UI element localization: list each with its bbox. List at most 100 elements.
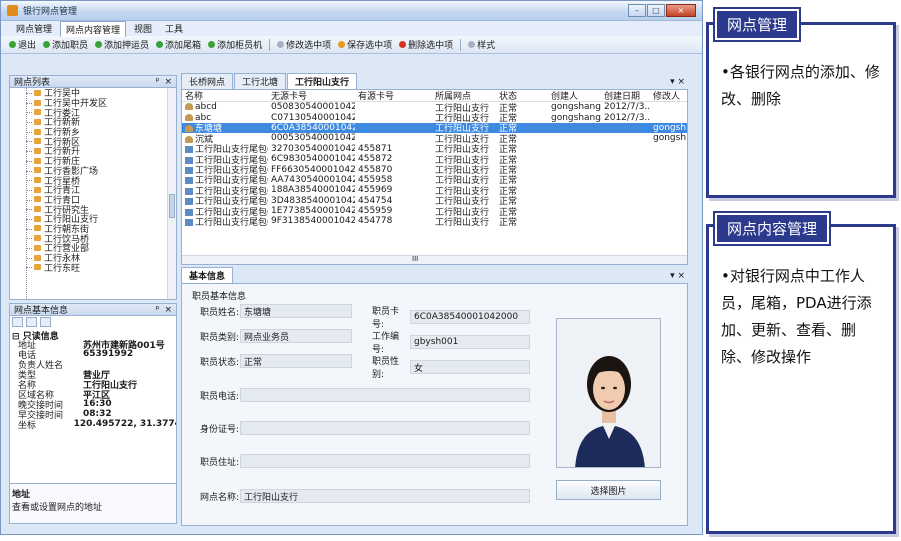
grid-hscrollbar[interactable]: III (182, 255, 687, 264)
tree-item[interactable]: 工行东旺 (10, 262, 176, 274)
tree-panel-header: 网点列表 ᵖ × (9, 75, 177, 88)
minimize-button[interactable]: – (628, 4, 646, 17)
tab-changqiao[interactable]: 长桥网点 (181, 73, 234, 89)
category-field[interactable]: 网点业务员 (240, 329, 352, 343)
close-icon[interactable]: × (164, 77, 172, 87)
toolbar-button[interactable]: 添加尾箱 (156, 38, 201, 51)
toolbar-label: 添加柜员机 (217, 41, 263, 51)
toolbar-button[interactable]: 添加柜员机 (208, 38, 262, 51)
column-header[interactable]: 名称 (182, 90, 268, 102)
close-button[interactable]: × (666, 4, 696, 17)
scroll-thumb-grip[interactable]: III (412, 255, 418, 263)
alphabetical-sort-icon[interactable] (26, 317, 37, 327)
id-field[interactable] (240, 421, 530, 435)
toolbar-icon (277, 41, 285, 48)
addr-field[interactable] (240, 454, 530, 468)
tree-item[interactable]: 工行新新 (10, 117, 176, 128)
tab-basic-info[interactable]: 基本信息 (181, 267, 234, 283)
toolbar-button[interactable]: 修改选中项 (277, 38, 331, 51)
tree-item[interactable]: 工行阳山支行 (10, 214, 176, 225)
employee-photo (556, 318, 661, 468)
name-label: 职员姓名: (200, 307, 240, 318)
toolbar-button[interactable]: 保存选中项 (338, 38, 392, 51)
menu-view[interactable]: 视图 (129, 21, 157, 36)
gender-label: 职员性别: (372, 357, 400, 380)
folder-icon (34, 264, 41, 271)
table-cell: 1E7738540001042000 (268, 206, 355, 216)
table-cell: 正常 (496, 215, 548, 228)
props-desc-title: 地址 (12, 490, 31, 500)
property-row[interactable]: 坐标 120.495722, 31.377415 (10, 419, 176, 431)
tree-item[interactable]: 工行香影广场 (10, 166, 176, 177)
table-cell: 6C9830540001042000 (268, 154, 355, 164)
folder-icon (34, 147, 41, 154)
folder-icon (34, 167, 41, 174)
callout-branch-management: 网点管理 •各银行网点的添加、修改、删除 (706, 7, 896, 198)
status-field[interactable]: 正常 (240, 354, 352, 368)
cell-text: 455958 (358, 174, 393, 185)
cell-text: C0713054000104200 (271, 112, 355, 123)
tree-item[interactable]: 工行星桥 (10, 175, 176, 187)
pin-icon[interactable]: ᵖ (156, 305, 160, 315)
column-header[interactable]: 有源卡号 (355, 90, 432, 102)
tree-item[interactable]: 工行饮马桥 (10, 233, 176, 245)
column-header[interactable]: 创建人 (548, 90, 601, 102)
categorized-view-icon[interactable] (12, 317, 23, 327)
toolbar-button[interactable]: 添加押运员 (95, 38, 149, 51)
cell-text: 6C9830540001042000 (271, 154, 355, 165)
tree-item[interactable]: 工行青江 (10, 185, 176, 196)
tree-item[interactable]: 工行新升 (10, 146, 176, 157)
cell-text: 1E7738540001042000 (271, 206, 355, 217)
category-label: 职员类别: (200, 332, 240, 343)
table-cell: abcd (182, 102, 268, 112)
card-field[interactable]: 6C0A38540001042000 (410, 310, 530, 324)
toolbar-button[interactable]: 样式 (468, 38, 495, 51)
select-photo-button[interactable]: 选择图片 (556, 480, 661, 500)
branch-field[interactable]: 工行阳山支行 (240, 489, 530, 503)
tab-yangshan[interactable]: 工行阳山支行 (287, 73, 358, 89)
tab-beitang[interactable]: 工行北塘 (234, 73, 287, 89)
gender-field[interactable]: 女 (410, 360, 530, 374)
property-pages-icon[interactable] (40, 317, 51, 327)
toolbar-button[interactable]: 删除选中项 (399, 38, 453, 51)
folder-icon (34, 118, 41, 125)
tree-item[interactable]: 工行青口 (10, 195, 176, 206)
toolbar-button[interactable]: 添加职员 (43, 38, 88, 51)
cell-text: 工行阳山支行尾包001 (195, 218, 268, 228)
name-field[interactable]: 东塘塘 (240, 304, 352, 318)
table-cell: gongshangy... (548, 102, 601, 112)
tab-controls[interactable]: ▾ × (670, 77, 685, 87)
addr-label: 职员住址: (200, 457, 240, 468)
work-no-label: 工作编号: (372, 332, 400, 355)
cell-text: 327030540001042000 (271, 143, 355, 154)
work-no-field[interactable]: gbysh001 (410, 335, 530, 349)
pin-icon[interactable]: ᵖ (156, 77, 160, 87)
property-key: 坐标 (18, 420, 37, 431)
property-value: 16:30 (83, 399, 112, 409)
menu-branch-management[interactable]: 网点管理 (11, 21, 57, 36)
menu-branch-content[interactable]: 网点内容管理 (60, 20, 127, 37)
menu-tools[interactable]: 工具 (160, 21, 188, 36)
table-cell: 454754 (355, 196, 432, 206)
tree-item[interactable]: 工行永林 (10, 253, 176, 264)
tree-item[interactable]: 工行娄江 (10, 107, 176, 119)
table-row[interactable]: 工行阳山支行尾包0019F313854000104200454778 工行阳山支行… (182, 215, 687, 228)
toolbar-button[interactable]: 退出 (9, 38, 36, 51)
tree-item[interactable]: 工行营业部 (10, 243, 176, 254)
maximize-button[interactable]: □ (647, 4, 665, 17)
cell-text: 455870 (358, 164, 393, 175)
tree-item[interactable]: 工行新区 (10, 136, 176, 148)
toolbar-icon (208, 41, 216, 48)
close-icon[interactable]: × (164, 305, 172, 315)
tree-item[interactable]: 工行新乡 (10, 127, 176, 138)
status-row: 职员状态: 正常 (200, 354, 352, 368)
property-value: 08:32 (83, 409, 112, 419)
detail-tab-controls[interactable]: ▾ × (670, 271, 685, 281)
column-header[interactable]: 创建日期 (601, 90, 650, 102)
name-row: 职员姓名: 东塘塘 (200, 304, 352, 318)
tree-item[interactable]: 工行吴中开发区 (10, 98, 176, 109)
phone-field[interactable] (240, 388, 530, 402)
column-header[interactable]: 无源卡号 (268, 90, 355, 102)
tree-item[interactable]: 工行朝东街 (10, 224, 176, 235)
column-header[interactable]: 修改人 (650, 90, 686, 102)
